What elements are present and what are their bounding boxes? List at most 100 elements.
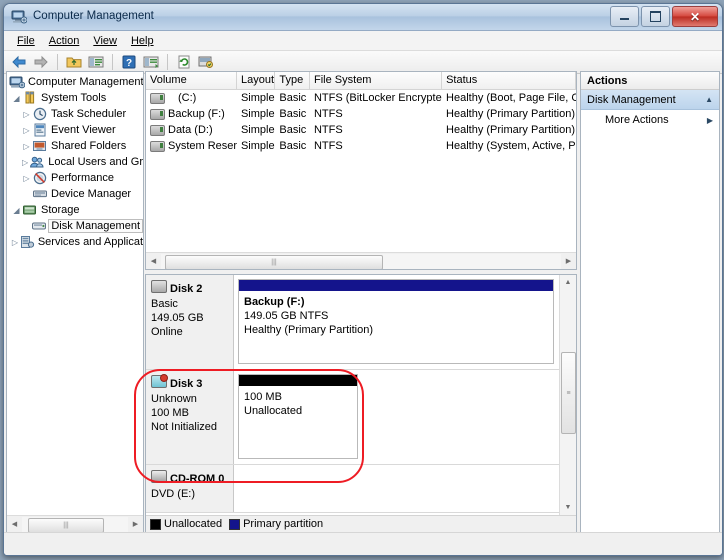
tree-item-task-scheduler[interactable]: ▷ Task Scheduler bbox=[7, 106, 143, 122]
disk-partition-area[interactable]: 100 MB Unallocated bbox=[234, 370, 560, 464]
column-header-status[interactable]: Status bbox=[442, 72, 576, 89]
disk-info-panel[interactable]: CD-ROM 0 DVD (E:) bbox=[146, 465, 234, 512]
disk-detail-line: Not Initialized bbox=[151, 421, 218, 433]
disk-info-panel[interactable]: Disk 3 Unknown 100 MB Not Initialized bbox=[146, 370, 234, 464]
minimize-icon bbox=[620, 18, 629, 20]
legend-label-primary-partition: Primary partition bbox=[243, 518, 324, 530]
tree-item-storage[interactable]: ◢ Storage bbox=[7, 202, 143, 218]
tree-item-computer-management[interactable]: Computer Management bbox=[7, 74, 143, 90]
graphical-view-scroll-thumb[interactable]: ≡ bbox=[561, 352, 576, 434]
window-title: Computer Management bbox=[33, 10, 154, 22]
chevron-right-icon[interactable]: ▶ bbox=[707, 116, 713, 125]
tree-item-disk-management[interactable]: Disk Management bbox=[7, 218, 143, 234]
tree-scroll-track[interactable]: ||| bbox=[22, 516, 128, 533]
chevron-up-icon[interactable]: ▲ bbox=[705, 95, 713, 104]
tree-item-performance[interactable]: ▷ Performance bbox=[7, 170, 143, 186]
disk-detail-line: DVD (E:) bbox=[151, 488, 195, 500]
column-header-volume[interactable]: Volume bbox=[146, 72, 237, 89]
tree-scroll-thumb[interactable]: ||| bbox=[28, 517, 104, 533]
expander-collapse-icon[interactable]: ◢ bbox=[11, 94, 22, 103]
expander-expand-icon[interactable]: ▷ bbox=[21, 174, 32, 183]
tree-item-services-and-applicat[interactable]: ▷ Services and Applicat bbox=[7, 234, 143, 250]
graphical-view-vertical-scrollbar[interactable]: ▲ ≡ ▼ bbox=[559, 275, 576, 515]
expander-expand-icon[interactable]: ▷ bbox=[21, 126, 32, 135]
minimize-button[interactable] bbox=[610, 6, 639, 27]
scroll-up-arrow-icon[interactable]: ▲ bbox=[560, 275, 576, 290]
actions-header-disk-management[interactable]: Disk Management ▲ bbox=[581, 90, 719, 110]
tree-item-system-tools[interactable]: ◢ System Tools bbox=[7, 90, 143, 106]
action-item-more-actions[interactable]: More Actions ▶ bbox=[581, 110, 719, 130]
content-area: Computer Management ◢ System Tools ▷ Task Sc… bbox=[4, 71, 722, 533]
clock-icon bbox=[32, 107, 48, 121]
disk-row[interactable]: CD-ROM 0 DVD (E:) bbox=[146, 465, 560, 513]
tree-item-device-manager[interactable]: Device Manager bbox=[7, 186, 143, 202]
rescan-disks-button[interactable] bbox=[196, 53, 216, 72]
menu-item-action[interactable]: Action bbox=[42, 33, 87, 49]
file-system-cell: NTFS bbox=[313, 124, 343, 136]
disk-row[interactable]: Disk 2 Basic 149.05 GB Online Backup (F:) 149… bbox=[146, 275, 560, 370]
column-header-layout[interactable]: Layout bbox=[237, 72, 276, 89]
properties-icon bbox=[143, 56, 159, 68]
disk-title: Disk 2 bbox=[151, 280, 229, 295]
type-cell: Basic bbox=[279, 92, 307, 104]
tree-item-shared-folders[interactable]: ▷ Shared Folders bbox=[7, 138, 143, 154]
show-hide-tree-button[interactable] bbox=[86, 53, 106, 72]
expander-expand-icon[interactable]: ▷ bbox=[21, 142, 32, 151]
volume-scroll-thumb[interactable]: ||| bbox=[165, 254, 383, 269]
column-header-type[interactable]: Type bbox=[275, 72, 311, 89]
properties-button[interactable] bbox=[141, 53, 161, 72]
disk-partition-area[interactable] bbox=[234, 465, 560, 512]
back-button[interactable] bbox=[9, 53, 29, 72]
scroll-left-arrow-icon[interactable]: ◀ bbox=[7, 517, 22, 532]
refresh-icon bbox=[178, 55, 190, 69]
expander-expand-icon[interactable]: ▷ bbox=[21, 110, 32, 119]
tree-horizontal-scrollbar[interactable]: ◀ ||| ▶ bbox=[7, 515, 143, 533]
partition-color-bar bbox=[239, 375, 357, 386]
menu-item-help[interactable]: Help bbox=[124, 33, 161, 49]
volume-row[interactable]: System ReservedSimple Basic NTFS Healthy (S… bbox=[146, 138, 576, 154]
status-cell: Healthy (System, Active, Prin bbox=[446, 140, 576, 152]
expander-expand-icon[interactable]: ▷ bbox=[11, 238, 19, 247]
volume-row[interactable]: Backup (F:) Simple Basic NTFS Healthy (Prima… bbox=[146, 106, 576, 122]
actions-title: Actions bbox=[581, 72, 719, 90]
volume-icon bbox=[150, 124, 165, 136]
menu-item-view[interactable]: View bbox=[86, 33, 124, 49]
tree-item-label: Disk Management bbox=[48, 219, 143, 233]
tree-item-event-viewer[interactable]: ▷ Event Viewer bbox=[7, 122, 143, 138]
console-tree[interactable]: Computer Management ◢ System Tools ▷ Task Sc… bbox=[7, 74, 143, 515]
volume-scroll-track[interactable]: ||| bbox=[161, 253, 561, 269]
volume-icon bbox=[150, 108, 165, 120]
scroll-down-arrow-icon[interactable]: ▼ bbox=[560, 500, 576, 515]
partition-block[interactable]: Backup (F:) 149.05 GB NTFS Healthy (Primar… bbox=[238, 279, 554, 364]
scroll-right-arrow-icon[interactable]: ▶ bbox=[561, 254, 576, 269]
volume-row[interactable]: (C:) Simple Basic NTFS (BitLocker Encrypted… bbox=[146, 90, 576, 106]
volume-row[interactable]: Data (D:) Simple Basic NTFS Healthy (Primary… bbox=[146, 122, 576, 138]
scroll-left-arrow-icon[interactable]: ◀ bbox=[146, 254, 161, 269]
volume-icon bbox=[150, 140, 165, 152]
maximize-button[interactable] bbox=[641, 6, 670, 27]
disk-row[interactable]: Disk 3 Unknown 100 MB Not Initialized 100 MB… bbox=[146, 370, 560, 465]
disk-detail-line: Basic bbox=[151, 298, 178, 310]
refresh-button[interactable] bbox=[174, 53, 194, 72]
partition-color-bar bbox=[239, 280, 553, 291]
up-one-level-button[interactable] bbox=[64, 53, 84, 72]
help-button[interactable]: ? bbox=[119, 53, 139, 72]
menu-item-file[interactable]: File bbox=[10, 33, 42, 49]
expander-collapse-icon[interactable]: ◢ bbox=[11, 206, 22, 215]
scroll-right-arrow-icon[interactable]: ▶ bbox=[128, 517, 143, 532]
tree-item-local-users-and-gr[interactable]: ▷ Local Users and Gr bbox=[7, 154, 143, 170]
computer-management-icon bbox=[11, 10, 27, 24]
status-cell: Healthy (Boot, Page File, Cra bbox=[446, 92, 576, 104]
column-header-file-system[interactable]: File System bbox=[310, 72, 443, 89]
expander-expand-icon[interactable]: ▷ bbox=[21, 158, 29, 167]
volume-list-horizontal-scrollbar[interactable]: ◀ ||| ▶ bbox=[146, 252, 576, 269]
disk-list[interactable]: Disk 2 Basic 149.05 GB Online Backup (F:) 149… bbox=[146, 275, 560, 515]
menu-file-label: File bbox=[17, 34, 35, 47]
close-button[interactable]: ✕ bbox=[672, 6, 718, 27]
disk-info-panel[interactable]: Disk 2 Basic 149.05 GB Online bbox=[146, 275, 234, 369]
disk-error-icon bbox=[151, 374, 168, 388]
forward-button[interactable] bbox=[31, 53, 51, 72]
disk-partition-area[interactable]: Backup (F:) 149.05 GB NTFS Healthy (Primar… bbox=[234, 275, 560, 369]
partition-block[interactable]: 100 MB Unallocated bbox=[238, 374, 358, 459]
title-bar[interactable]: Computer Management ✕ bbox=[4, 4, 722, 31]
